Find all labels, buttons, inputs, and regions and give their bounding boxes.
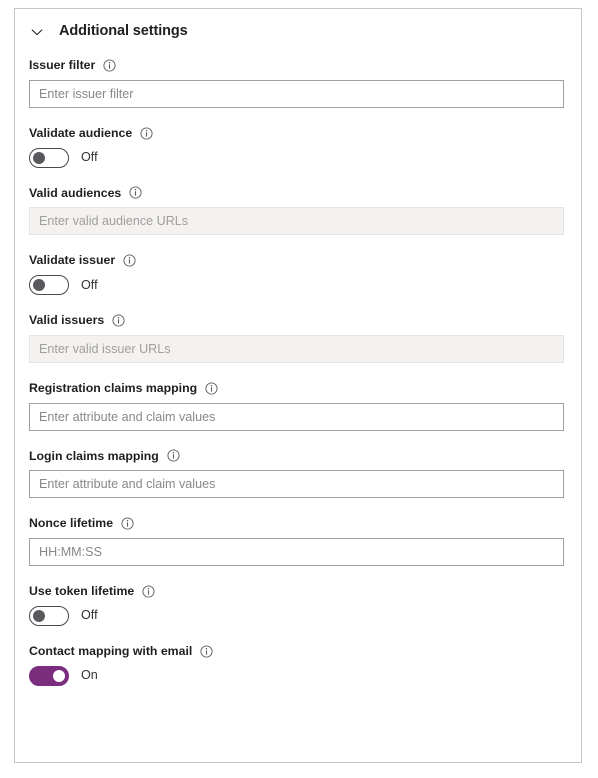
- label-row: Nonce lifetime: [29, 516, 563, 531]
- info-icon[interactable]: [205, 382, 218, 395]
- toggle-knob: [53, 669, 65, 682]
- field-contact-mapping-with-email: Contact mapping with email On: [29, 644, 563, 686]
- info-icon[interactable]: [200, 645, 213, 658]
- toggle-knob: [33, 279, 45, 291]
- label-row: Valid audiences: [29, 186, 563, 201]
- field-registration-claims-mapping: Registration claims mapping: [29, 381, 564, 431]
- validate-audience-toggle[interactable]: [29, 147, 69, 168]
- label-row: Use token lifetime: [29, 584, 563, 599]
- label-row: Validate audience: [29, 126, 563, 141]
- valid-issuers-input: [29, 334, 564, 363]
- field-label: Validate issuer: [29, 253, 116, 268]
- settings-field-list: Issuer filter Validate audience: [15, 58, 581, 686]
- contact-mapping-with-email-toggle[interactable]: [29, 665, 69, 686]
- field-label: Validate audience: [29, 125, 133, 140]
- nonce-lifetime-input[interactable]: [29, 538, 564, 566]
- field-label: Issuer filter: [29, 58, 96, 72]
- toggle-knob: [33, 151, 45, 164]
- field-login-claims-mapping: Login claims mapping: [29, 449, 564, 499]
- field-nonce-lifetime: Nonce lifetime: [29, 516, 564, 566]
- registration-claims-mapping-input[interactable]: [29, 402, 564, 431]
- toggle-state-label: Off: [81, 277, 98, 292]
- toggle-row: On: [29, 665, 563, 686]
- issuer-filter-input[interactable]: [29, 79, 564, 108]
- chevron-down-icon[interactable]: [29, 24, 45, 40]
- field-label: Nonce lifetime: [29, 516, 114, 531]
- field-valid-issuers: Valid issuers: [29, 313, 564, 363]
- toggle-knob: [33, 609, 45, 622]
- field-label: Registration claims mapping: [29, 380, 198, 395]
- valid-audiences-input: [29, 207, 564, 236]
- field-valid-audiences: Valid audiences: [29, 186, 564, 236]
- field-use-token-lifetime: Use token lifetime Off: [29, 584, 563, 626]
- toggle-row: Off: [29, 605, 563, 626]
- field-label: Use token lifetime: [29, 584, 135, 598]
- info-icon[interactable]: [121, 517, 134, 530]
- label-row: Validate issuer: [29, 253, 563, 268]
- info-icon[interactable]: [140, 127, 153, 140]
- label-row: Contact mapping with email: [29, 644, 563, 659]
- field-label: Valid audiences: [29, 185, 122, 200]
- login-claims-mapping-input[interactable]: [29, 470, 564, 499]
- label-row: Login claims mapping: [29, 449, 563, 464]
- validate-issuer-toggle[interactable]: [29, 275, 69, 295]
- info-icon[interactable]: [123, 254, 136, 267]
- field-label: Contact mapping with email: [29, 643, 193, 658]
- info-icon[interactable]: [167, 449, 180, 462]
- info-icon[interactable]: [129, 186, 142, 199]
- toggle-state-label: Off: [81, 608, 98, 623]
- field-validate-audience: Validate audience Off: [29, 126, 563, 168]
- field-validate-issuer: Validate issuer Off: [29, 253, 563, 295]
- section-header[interactable]: Additional settings: [15, 9, 581, 39]
- info-icon[interactable]: [112, 314, 125, 327]
- label-row: Valid issuers: [29, 313, 563, 328]
- toggle-state-label: Off: [81, 150, 98, 165]
- toggle-row: Off: [29, 147, 563, 168]
- label-row: Issuer filter: [29, 58, 563, 73]
- use-token-lifetime-toggle[interactable]: [29, 605, 69, 626]
- toggle-row: Off: [29, 275, 563, 295]
- field-label: Login claims mapping: [29, 448, 159, 463]
- toggle-state-label: On: [81, 668, 98, 683]
- page-title: Additional settings: [59, 23, 188, 40]
- field-issuer-filter: Issuer filter: [29, 58, 564, 108]
- info-icon[interactable]: [103, 59, 116, 72]
- info-icon[interactable]: [142, 585, 155, 598]
- label-row: Registration claims mapping: [29, 381, 563, 396]
- additional-settings-panel: Additional settings Issuer filter Valida…: [14, 8, 582, 763]
- field-label: Valid issuers: [29, 313, 105, 327]
